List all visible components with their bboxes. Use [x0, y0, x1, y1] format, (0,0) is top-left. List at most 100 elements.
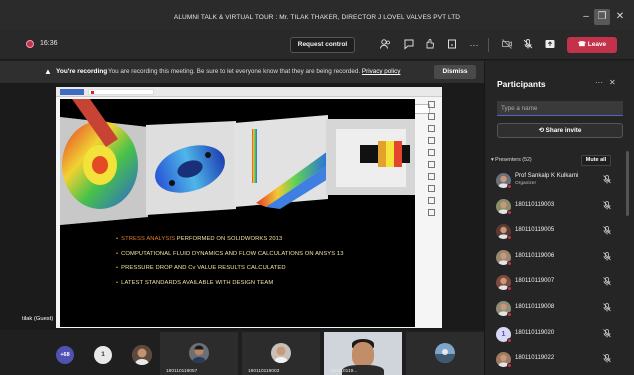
- presence-status-icon: [507, 260, 512, 266]
- window-title: ALUMNI TALK & VIRTUAL TOUR : Mr. TILAK T…: [173, 14, 461, 21]
- avatar: [189, 343, 209, 363]
- presentation-slide: • STRESS ANALYSIS PERFORMED ON SOLIDWORKS…: [60, 99, 415, 327]
- participant-role: Organizer: [515, 181, 537, 186]
- teams-window: ALUMNI TALK & VIRTUAL TOUR : Mr. TILAK T…: [0, 0, 634, 375]
- share-invite-button[interactable]: ⟲ Share invite: [497, 123, 623, 138]
- tile-name: 190110119003: [248, 369, 280, 374]
- maximize-button[interactable]: ❐: [594, 9, 610, 25]
- slide-simulation-images: [60, 99, 415, 225]
- participant-initial-avatar[interactable]: 1: [94, 346, 112, 364]
- participant-name: 180110119003: [515, 201, 555, 208]
- mic-off-icon[interactable]: [603, 277, 611, 288]
- participant-row[interactable]: 180110119006: [485, 246, 625, 272]
- participants-panel: Participants ··· ✕ ⟲ Share invite ▾ Pres…: [484, 61, 634, 375]
- panel-title: Participants: [497, 79, 546, 89]
- avatar: [271, 343, 291, 363]
- banner-title: You're recording: [56, 68, 108, 75]
- meeting-timer: 16:36: [40, 40, 58, 47]
- recording-icon: [26, 40, 34, 48]
- participant-tile[interactable]: 180110119057: [160, 332, 238, 375]
- participant-row[interactable]: 1 180110119020: [485, 323, 625, 349]
- participant-row[interactable]: Prof Sankalp K Kulkarni Organizer: [485, 169, 625, 195]
- participant-video-tile[interactable]: 180110119...: [324, 332, 402, 375]
- shared-tab-2: [88, 89, 154, 95]
- tile-name: 180110119...: [330, 369, 358, 374]
- shared-app-side-toolbar: [426, 101, 438, 221]
- banner-message: You are recording this meeting. Be sure …: [108, 68, 400, 75]
- warning-icon: ▲: [44, 67, 52, 76]
- slide-bullet: • COMPUTATIONAL FLUID DYNAMICS AND FLOW C…: [116, 250, 344, 257]
- presence-status-icon: [507, 337, 512, 343]
- shared-browser-tabs: [56, 87, 442, 97]
- mic-off-icon[interactable]: [603, 226, 611, 237]
- share-icon: ⟲: [538, 127, 544, 134]
- close-window-button[interactable]: ✕: [612, 9, 628, 25]
- participant-name: 180110119006: [515, 252, 555, 259]
- presence-status-icon: [507, 286, 512, 292]
- tile-name: 180110119057: [166, 369, 198, 374]
- chevron-down-icon: ▾: [491, 157, 494, 163]
- recording-banner: ▲ You're recording You are recording thi…: [0, 61, 484, 83]
- avatar: [435, 343, 455, 363]
- request-control-button[interactable]: Request control: [290, 37, 355, 53]
- participant-row[interactable]: 180110119022: [485, 348, 625, 374]
- participant-row[interactable]: 180110119007: [485, 271, 625, 297]
- participant-list: Prof Sankalp K Kulkarni Organizer 18011011…: [485, 169, 625, 374]
- participant-avatar[interactable]: [132, 345, 152, 365]
- slide-bullet: • STRESS ANALYSIS PERFORMED ON SOLIDWORKS…: [116, 236, 283, 242]
- title-bar: ALUMNI TALK & VIRTUAL TOUR : Mr. TILAK T…: [0, 0, 634, 30]
- participant-name: 180110119007: [515, 278, 555, 285]
- participant-row[interactable]: 180110119008: [485, 297, 625, 323]
- mic-off-icon[interactable]: [603, 251, 611, 263]
- participant-tile[interactable]: 190110119003: [242, 332, 320, 375]
- chat-icon[interactable]: [402, 38, 416, 52]
- camera-off-icon[interactable]: [500, 38, 514, 52]
- more-participants-badge[interactable]: +68: [56, 346, 74, 364]
- slide-bullet: • PRESSURE DROP AND Cv VALUE RESULTS CALC…: [116, 265, 286, 271]
- participant-row[interactable]: 180110119005: [485, 220, 625, 246]
- presenters-label: Presenters (52): [495, 157, 532, 163]
- shared-tab-1: [60, 89, 84, 95]
- dismiss-button[interactable]: Dismiss: [434, 65, 476, 79]
- slide-bullet-list: • STRESS ANALYSIS PERFORMED ON SOLIDWORKS…: [116, 236, 412, 294]
- participant-tile[interactable]: [406, 332, 484, 375]
- reactions-icon[interactable]: [423, 38, 437, 52]
- phone-icon: ☎: [577, 41, 586, 48]
- participant-search-input[interactable]: [497, 101, 623, 116]
- mic-off-icon[interactable]: [603, 328, 611, 340]
- rooms-icon[interactable]: [445, 38, 459, 52]
- participant-name: 180110119005: [515, 227, 555, 234]
- participants-icon[interactable]: [378, 38, 392, 52]
- privacy-policy-link[interactable]: Privacy policy: [362, 68, 401, 75]
- mic-off-icon[interactable]: [521, 38, 535, 52]
- presence-status-icon: [507, 311, 512, 317]
- slide-bullet: • LATEST STANDARDS AVAILABLE WITH DESIGN …: [116, 279, 274, 286]
- leave-label: Leave: [587, 41, 607, 48]
- mic-off-icon[interactable]: [603, 354, 611, 365]
- panel-close-icon[interactable]: ✕: [609, 78, 616, 87]
- share-tray-icon[interactable]: [543, 38, 557, 52]
- more-actions-icon[interactable]: ···: [467, 38, 481, 52]
- presence-status-icon: [507, 363, 512, 369]
- mute-all-button[interactable]: Mute all: [581, 155, 611, 166]
- minimize-button[interactable]: –: [578, 9, 594, 25]
- presence-status-icon: [507, 235, 512, 241]
- leave-button[interactable]: ☎ Leave: [567, 37, 617, 53]
- banner-text: You are recording this meeting. Be sure …: [108, 68, 361, 75]
- mic-off-icon[interactable]: [603, 200, 611, 212]
- share-invite-label: Share invite: [545, 127, 582, 134]
- presence-status-icon: [507, 184, 512, 189]
- participant-name: 180110119008: [515, 303, 555, 310]
- mic-off-icon[interactable]: [603, 303, 611, 314]
- participant-strip: +68 1 180110119057 190110119003 18011011…: [0, 330, 484, 375]
- shared-screen: • STRESS ANALYSIS PERFORMED ON SOLIDWORKS…: [56, 87, 442, 328]
- participant-row[interactable]: 180110119003: [485, 195, 625, 221]
- participant-name: 180110119020: [515, 329, 555, 336]
- presence-status-icon: [507, 209, 512, 215]
- meeting-toolbar: 16:36 Request control ··· ☎ Leave: [0, 30, 634, 60]
- panel-more-icon[interactable]: ···: [595, 78, 603, 87]
- mic-off-icon[interactable]: [603, 175, 611, 186]
- panel-scrollbar[interactable]: [626, 151, 629, 216]
- presenters-section-header[interactable]: ▾ Presenters (52): [491, 157, 532, 163]
- presenter-name-label: tilak (Guest): [22, 316, 54, 322]
